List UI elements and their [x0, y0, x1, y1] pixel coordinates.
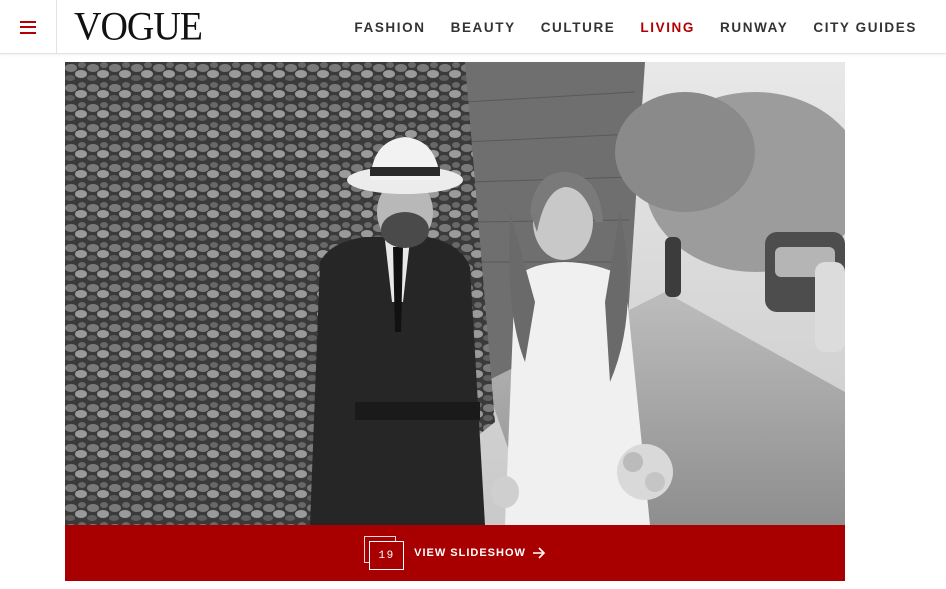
view-slideshow-button[interactable]: 19 VIEW SLIDESHOW — [65, 525, 845, 581]
slide-count: 19 — [369, 541, 405, 570]
hamburger-menu-icon — [20, 20, 36, 34]
hero-image[interactable] — [65, 62, 845, 525]
view-slideshow-label: VIEW SLIDESHOW — [414, 547, 526, 559]
nav-item-city-guides[interactable]: CITY GUIDES — [813, 20, 917, 35]
nav-item-culture[interactable]: CULTURE — [541, 20, 616, 35]
site-header: VOGUE FASHION BEAUTY CULTURE LIVING RUNW… — [0, 0, 946, 54]
nav-item-runway[interactable]: RUNWAY — [720, 20, 788, 35]
nav-item-living[interactable]: LIVING — [640, 20, 695, 35]
site-logo[interactable]: VOGUE — [74, 6, 203, 48]
menu-button[interactable] — [0, 0, 57, 54]
arrow-right-icon — [532, 547, 546, 559]
main-nav: FASHION BEAUTY CULTURE LIVING RUNWAY CIT… — [354, 0, 946, 54]
slide-count-badge: 19 — [364, 536, 405, 570]
nav-item-fashion[interactable]: FASHION — [354, 20, 425, 35]
nav-item-beauty[interactable]: BEAUTY — [451, 20, 516, 35]
